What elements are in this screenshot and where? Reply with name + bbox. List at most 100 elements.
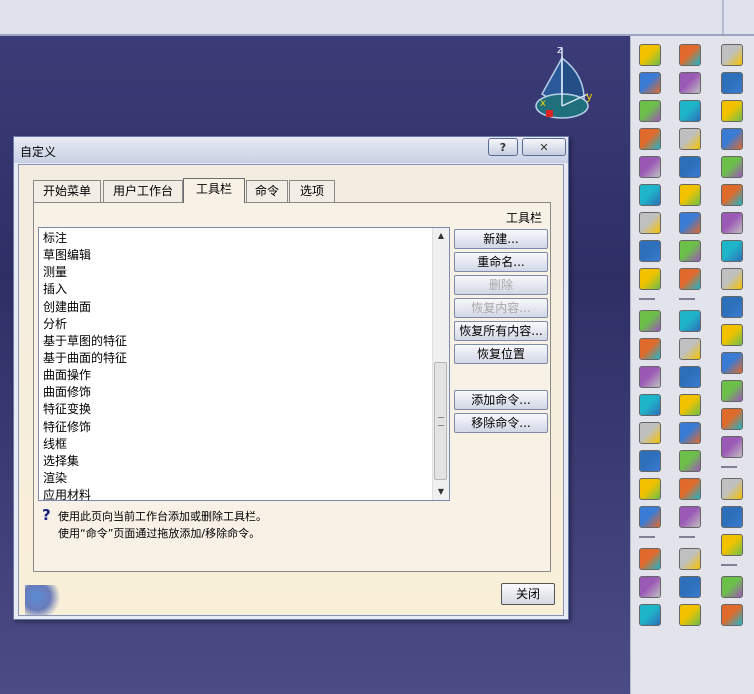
restore-position-button[interactable]: 恢复位置 xyxy=(454,344,548,364)
fillet-icon[interactable] xyxy=(639,310,661,332)
hammer-icon[interactable] xyxy=(721,44,743,66)
close-button[interactable]: 关闭 xyxy=(501,583,555,605)
check-icon[interactable] xyxy=(679,604,701,626)
helix-icon[interactable] xyxy=(721,324,743,346)
sphere-icon[interactable] xyxy=(679,100,701,122)
repeat-icon[interactable] xyxy=(721,576,743,598)
toolbar-list-item[interactable]: 线框 xyxy=(43,436,449,453)
surface-icon[interactable] xyxy=(639,604,661,626)
groove-icon[interactable] xyxy=(639,128,661,150)
toolbar-list-item[interactable]: 渲染 xyxy=(43,470,449,487)
circle-icon[interactable] xyxy=(721,380,743,402)
toolbar-list-item[interactable]: 插入 xyxy=(43,281,449,298)
toolbar-list[interactable]: 标注 草图编辑 测量 插入 创建曲面 分析 基于草图的特征 基于曲面的特征 曲面操作 曲面修饰 特征… xyxy=(38,227,450,504)
loft-icon[interactable] xyxy=(639,268,661,290)
slot-icon[interactable] xyxy=(639,212,661,234)
spline-icon[interactable] xyxy=(721,296,743,318)
pocket-icon[interactable] xyxy=(639,72,661,94)
extrude-surface-icon[interactable] xyxy=(679,44,701,66)
spiral-icon[interactable] xyxy=(721,352,743,374)
blend-icon[interactable] xyxy=(679,240,701,262)
grid-icon[interactable] xyxy=(721,534,743,556)
polyline-icon[interactable] xyxy=(721,408,743,430)
toolbar-grip[interactable] xyxy=(639,298,655,300)
scroll-up-arrow[interactable]: ▲ xyxy=(433,228,449,244)
multi-section-icon[interactable] xyxy=(679,212,701,234)
shell-icon[interactable] xyxy=(639,394,661,416)
point-icon[interactable] xyxy=(721,72,743,94)
trim-icon[interactable] xyxy=(679,422,701,444)
connect-curve-icon[interactable] xyxy=(721,268,743,290)
title-close-button[interactable]: ✕ xyxy=(522,138,566,156)
delete-button[interactable]: 删除 xyxy=(454,275,548,295)
thick-surface-icon[interactable] xyxy=(639,506,661,528)
offset-icon[interactable] xyxy=(679,268,701,290)
tab-toolbars[interactable]: 工具栏 xyxy=(183,178,245,203)
wireframe-icon[interactable] xyxy=(721,478,743,500)
compass-widget[interactable]: z y x xyxy=(528,42,598,128)
toolbar-list-item[interactable]: 选择集 xyxy=(43,453,449,470)
sketch-icon[interactable] xyxy=(721,436,743,458)
plane-icon[interactable] xyxy=(721,128,743,150)
toolbar-grip[interactable] xyxy=(679,536,695,538)
toolbar-list-item[interactable]: 应用材料 xyxy=(43,487,449,504)
toolbar-list-item[interactable]: 曲面修饰 xyxy=(43,384,449,401)
parallel-curve-icon[interactable] xyxy=(721,212,743,234)
help-button[interactable]: ? xyxy=(488,138,518,156)
remove-command-button[interactable]: 移除命令... xyxy=(454,413,548,433)
toolbar-list-item[interactable]: 曲面操作 xyxy=(43,367,449,384)
toolbar-list-item[interactable]: 草图编辑 xyxy=(43,247,449,264)
split-icon[interactable] xyxy=(639,478,661,500)
draft-icon[interactable] xyxy=(639,366,661,388)
thread-icon[interactable] xyxy=(639,450,661,472)
corner-icon[interactable] xyxy=(721,240,743,262)
shaft-icon[interactable] xyxy=(639,100,661,122)
cylinder-icon[interactable] xyxy=(679,128,701,150)
restore-all-button[interactable]: 恢复所有内容... xyxy=(454,321,548,341)
scroll-down-arrow[interactable]: ▼ xyxy=(433,484,449,500)
intersect-icon[interactable] xyxy=(639,576,661,598)
toolbar-grip[interactable] xyxy=(679,298,695,300)
rename-button[interactable]: 重命名... xyxy=(454,252,548,272)
projection-icon[interactable] xyxy=(721,156,743,178)
healing-icon[interactable] xyxy=(679,338,701,360)
rib-icon[interactable] xyxy=(639,184,661,206)
toolbar-list-item[interactable]: 创建曲面 xyxy=(43,299,449,316)
list-scrollbar[interactable]: ▲ ▼ xyxy=(432,228,449,500)
chamfer-icon[interactable] xyxy=(639,338,661,360)
toolbar-grip[interactable] xyxy=(639,536,655,538)
analysis-icon[interactable] xyxy=(679,576,701,598)
intersection-icon[interactable] xyxy=(721,184,743,206)
tab-commands[interactable]: 命令 xyxy=(246,180,288,202)
toolbar-grip[interactable] xyxy=(721,466,737,468)
dialog-title-bar[interactable]: 自定义 ? ✕ xyxy=(14,137,568,163)
toolbar-list-item[interactable]: 分析 xyxy=(43,316,449,333)
tab-options[interactable]: 选项 xyxy=(289,180,335,202)
toolbar-list-item[interactable]: 特征变换 xyxy=(43,401,449,418)
toolbar-list-item[interactable]: 测量 xyxy=(43,264,449,281)
boundary-icon[interactable] xyxy=(679,450,701,472)
new-button[interactable]: 新建... xyxy=(454,229,548,249)
toolbar-list-item[interactable]: 标注 xyxy=(43,230,449,247)
toolbar-list-item[interactable]: 特征修饰 xyxy=(43,419,449,436)
toolbar-grip[interactable] xyxy=(721,564,737,566)
stiffener-icon[interactable] xyxy=(639,240,661,262)
patch-icon[interactable] xyxy=(721,604,743,626)
join-icon[interactable] xyxy=(679,310,701,332)
thickness-icon[interactable] xyxy=(639,422,661,444)
sweep-icon[interactable] xyxy=(679,156,701,178)
multi-pad-icon[interactable] xyxy=(639,548,661,570)
tab-user-workbench[interactable]: 用户工作台 xyxy=(103,180,183,202)
extract-icon[interactable] xyxy=(679,478,701,500)
revolve-surface-icon[interactable] xyxy=(679,72,701,94)
scroll-thumb[interactable] xyxy=(434,362,447,480)
restore-contents-button[interactable]: 恢复内容... xyxy=(454,298,548,318)
tab-start-menu[interactable]: 开始菜单 xyxy=(33,180,101,202)
axis-icon[interactable] xyxy=(721,506,743,528)
split-surface-icon[interactable] xyxy=(679,394,701,416)
toolbar-list-item[interactable]: 基于草图的特征 xyxy=(43,333,449,350)
toolbar-list-item[interactable]: 基于曲面的特征 xyxy=(43,350,449,367)
untrim-icon[interactable] xyxy=(679,366,701,388)
extrapolate-icon[interactable] xyxy=(679,548,701,570)
fill-icon[interactable] xyxy=(679,184,701,206)
